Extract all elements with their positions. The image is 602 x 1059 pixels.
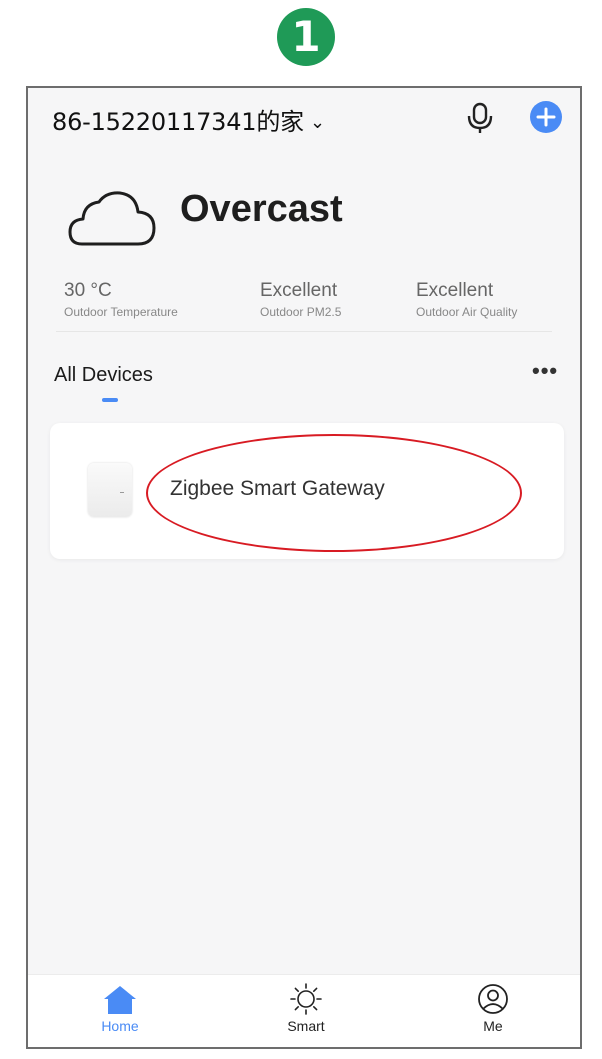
metric-label: Outdoor Temperature <box>64 305 178 319</box>
home-icon <box>104 986 136 1014</box>
cloud-icon <box>68 191 156 246</box>
metric-label: Outdoor PM2.5 <box>260 305 342 319</box>
weather-condition: Overcast <box>180 188 343 230</box>
metric-air-quality: Excellent Outdoor Air Quality <box>416 280 517 319</box>
gateway-device-image <box>88 463 132 517</box>
bottom-tab-bar: Home Smart Me <box>28 974 580 1047</box>
tab-label: Home <box>101 1018 139 1034</box>
metric-value: Excellent <box>416 280 494 301</box>
add-plus-icon[interactable] <box>530 101 562 133</box>
tab-home[interactable]: Home <box>80 983 160 1034</box>
metric-value: Excellent <box>260 280 338 301</box>
top-bar: 86-15220117341的家 ⌄ <box>28 88 580 148</box>
metric-value: 30 °C <box>64 280 112 301</box>
chevron-down-icon: ⌄ <box>309 112 325 133</box>
active-tab-indicator <box>102 398 118 402</box>
section-divider <box>56 331 552 332</box>
sun-icon <box>290 983 322 1015</box>
tab-smart[interactable]: Smart <box>266 983 346 1034</box>
microphone-icon[interactable] <box>466 102 494 134</box>
metric-label: Outdoor Air Quality <box>416 305 518 319</box>
metric-temperature: 30 °C Outdoor Temperature <box>64 280 178 319</box>
phone-screen: 86-15220117341的家 ⌄ Overcast 30 °C Outdoor… <box>26 86 582 1049</box>
highlight-ellipse <box>146 434 522 552</box>
tab-all-devices[interactable]: All Devices <box>54 364 153 387</box>
home-name: 86-15220117341的家 <box>52 108 304 136</box>
tab-me[interactable]: Me <box>453 983 533 1034</box>
home-selector[interactable]: 86-15220117341的家 ⌄ <box>52 102 325 137</box>
metric-pm25: Excellent Outdoor PM2.5 <box>260 280 341 319</box>
step-number-badge: 1 <box>277 8 335 66</box>
tab-label: Smart <box>287 1018 325 1034</box>
tab-label: Me <box>483 1018 503 1034</box>
user-profile-icon <box>478 984 508 1014</box>
more-dots-icon[interactable]: ••• <box>532 358 558 384</box>
